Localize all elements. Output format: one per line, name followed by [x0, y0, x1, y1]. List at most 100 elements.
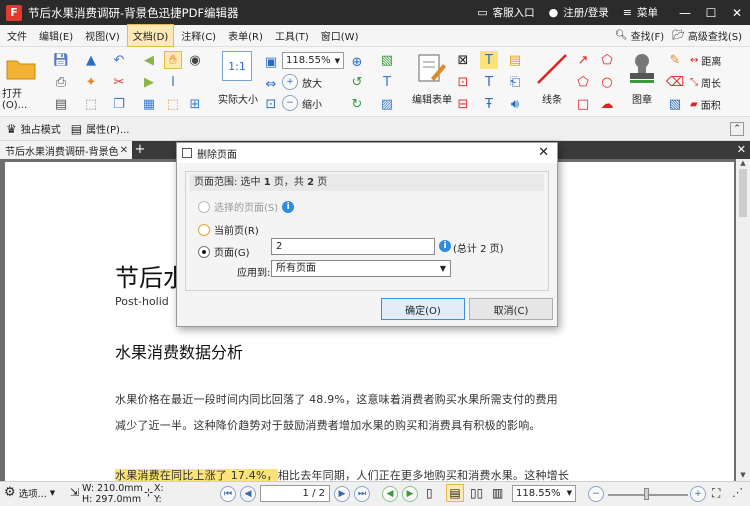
stamp-icon[interactable]: [626, 51, 658, 85]
fit-page-icon[interactable]: ▣: [262, 53, 280, 71]
typewriter-icon[interactable]: T: [480, 51, 498, 69]
menu-tools[interactable]: 工具(T): [270, 25, 314, 46]
cut-icon[interactable]: ✂: [110, 73, 128, 91]
print-icon[interactable]: ⎙: [52, 73, 70, 91]
login-button[interactable]: ● 注册/登录: [549, 5, 609, 20]
distance-button[interactable]: ↔ 距离: [690, 52, 746, 68]
hand-tool-icon[interactable]: ✋︎: [164, 51, 182, 69]
find-button[interactable]: 🔍︎ 查找(F): [615, 28, 664, 43]
ok-button[interactable]: 确定(O): [381, 298, 465, 320]
zoom-slider-thumb[interactable]: [644, 488, 649, 500]
history-forward-icon[interactable]: ▶: [402, 486, 418, 502]
menu-button[interactable]: ≡ 菜单: [623, 5, 658, 20]
form-field-icon-1[interactable]: ⊠: [454, 51, 472, 69]
eraser-icon[interactable]: ⌫: [666, 73, 684, 91]
fit-visible-icon[interactable]: ⊡: [262, 95, 280, 113]
attachment-icon[interactable]: ⎗: [506, 73, 524, 91]
rectangle-icon[interactable]: □: [574, 95, 592, 113]
sound-icon[interactable]: 🔊︎: [506, 95, 524, 113]
circle-icon[interactable]: ○: [598, 73, 616, 91]
radio-current-page[interactable]: 当前页(R): [198, 222, 259, 237]
menu-file[interactable]: 文件: [2, 25, 32, 46]
tab-document[interactable]: 节后水果消费调研-背景色 ✕: [0, 141, 132, 159]
vertical-scrollbar[interactable]: ▲ ▼: [736, 159, 750, 481]
page-number-input[interactable]: 1 / 2: [260, 485, 330, 502]
status-zoom-out-icon[interactable]: −: [588, 486, 604, 502]
text-strike-icon[interactable]: Ŧ: [480, 95, 498, 113]
fit-width-icon[interactable]: ⇔: [262, 75, 280, 93]
copy-icon[interactable]: ❐: [110, 95, 128, 113]
status-zoom-in-icon[interactable]: +: [690, 486, 706, 502]
arrow-icon[interactable]: ↗: [574, 51, 592, 69]
menu-comment[interactable]: 注释(C): [176, 25, 221, 46]
select-area-icon[interactable]: ⬚: [164, 95, 182, 113]
facing-pages-icon[interactable]: ▯▯: [470, 486, 483, 500]
properties-button[interactable]: ▤ 属性(P)...: [71, 121, 130, 137]
form-field-icon-3[interactable]: ⊟: [454, 95, 472, 113]
pencil-icon[interactable]: ✎: [666, 51, 684, 69]
area-button[interactable]: ▰ 面积: [690, 96, 746, 112]
close-window-button[interactable]: ✕: [724, 0, 750, 25]
last-page-icon[interactable]: ⏭: [354, 486, 370, 502]
highlight-area-icon[interactable]: ▧: [666, 95, 684, 113]
snapshot-icon[interactable]: ◉: [186, 51, 204, 69]
back-icon[interactable]: ◀: [140, 51, 158, 69]
paste-icon[interactable]: ▦: [140, 95, 158, 113]
zoom-in-button[interactable]: + 放大: [282, 73, 330, 91]
history-back-icon[interactable]: ◀: [382, 486, 398, 502]
forward-icon[interactable]: ▶: [140, 73, 158, 91]
open-button[interactable]: [4, 53, 38, 83]
line-tool-icon[interactable]: [534, 51, 570, 87]
apply-to-select[interactable]: 所有页面 ▼: [271, 260, 451, 277]
scan-icon[interactable]: ▲: [82, 51, 100, 69]
status-zoom-select[interactable]: 118.55% ▼: [512, 485, 576, 502]
continuous-page-icon[interactable]: ▤: [446, 484, 464, 502]
continuous-facing-icon[interactable]: ▥: [492, 486, 503, 500]
rotate-right-icon[interactable]: ↻: [348, 95, 366, 113]
pages-info-icon[interactable]: i: [439, 240, 451, 252]
collapse-ribbon-button[interactable]: ⌃: [730, 121, 744, 136]
next-page-icon[interactable]: ▶: [334, 486, 350, 502]
menu-form[interactable]: 表单(R): [223, 25, 268, 46]
maximize-button[interactable]: ☐: [698, 0, 724, 25]
close-tab-icon[interactable]: ✕: [120, 145, 128, 156]
customer-service-button[interactable]: ▭ 客服入口: [477, 5, 534, 20]
scroll-up-icon[interactable]: ▲: [736, 159, 750, 169]
minimize-button[interactable]: —: [672, 0, 698, 25]
text-insert-icon[interactable]: T: [480, 73, 498, 91]
radio-button[interactable]: [198, 223, 210, 236]
text-box-icon[interactable]: T: [378, 73, 396, 91]
undo-icon[interactable]: ↶: [110, 51, 128, 69]
prev-page-icon[interactable]: ◀: [240, 486, 256, 502]
cloud-icon[interactable]: ☁: [598, 95, 616, 113]
fullscreen-icon[interactable]: ⛶: [712, 486, 720, 501]
zoom-tool-icon[interactable]: ⊕: [348, 53, 366, 71]
pages-input[interactable]: 2: [271, 238, 435, 255]
select-text-icon[interactable]: I: [164, 73, 182, 91]
actual-size-icon[interactable]: 1:1: [222, 51, 252, 81]
options-button[interactable]: ⚙ 选项... ▼: [4, 485, 55, 500]
radio-pages[interactable]: 页面(G): [198, 244, 250, 259]
menu-window[interactable]: 窗口(W): [316, 25, 364, 46]
zoom-out-button[interactable]: − 缩小: [282, 94, 330, 112]
scrollbar-thumb[interactable]: [739, 169, 747, 217]
polyline-icon[interactable]: ⬠: [598, 51, 616, 69]
insert-page-icon[interactable]: ▧: [378, 51, 396, 69]
page-icon[interactable]: ▤: [52, 95, 70, 113]
single-page-icon[interactable]: ▯: [426, 486, 433, 500]
cancel-button[interactable]: 取消(C): [469, 298, 553, 320]
scroll-down-icon[interactable]: ▼: [736, 471, 750, 481]
first-page-icon[interactable]: ⏮: [220, 486, 236, 502]
form-field-icon-2[interactable]: ⊡: [454, 73, 472, 91]
crop-icon[interactable]: ⊞: [186, 95, 204, 113]
radio-button[interactable]: [198, 245, 210, 258]
zoom-select[interactable]: 118.55% ▼: [282, 52, 344, 69]
menu-document[interactable]: 文档(D): [126, 24, 175, 47]
extract-icon[interactable]: ⬚: [82, 95, 100, 113]
image-tool-icon[interactable]: ▨: [378, 95, 396, 113]
advanced-find-button[interactable]: 📂︎ 高级查找(S): [672, 28, 742, 43]
menu-view[interactable]: 视图(V): [80, 25, 125, 46]
rotate-left-icon[interactable]: ↺: [348, 73, 366, 91]
new-doc-icon[interactable]: ✦: [82, 73, 100, 91]
note-icon[interactable]: ▤: [506, 51, 524, 69]
